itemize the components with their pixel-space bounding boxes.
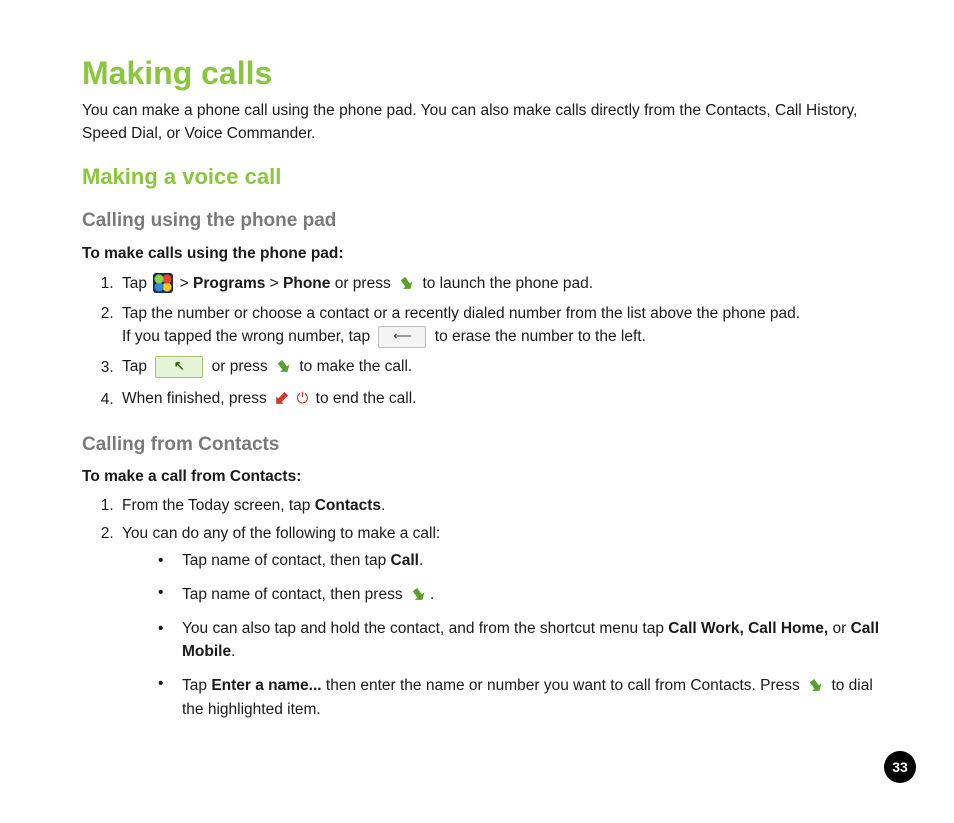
power-icon (296, 388, 308, 410)
call-work-home-label: Call Work, Call Home, (668, 620, 828, 637)
call-label: Call (391, 552, 419, 569)
step-text: to end the call. (316, 391, 417, 408)
item-text: . (419, 552, 423, 569)
section-heading: Making a voice call (82, 161, 890, 193)
step-text: to launch the phone pad. (422, 275, 593, 292)
item-text: . (430, 586, 434, 603)
list-item: Tap name of contact, then tap Call. (158, 550, 890, 572)
steps-list: From the Today screen, tap Contacts. You… (82, 495, 890, 722)
list-item: You can also tap and hold the contact, a… (158, 618, 890, 663)
windows-start-icon (153, 273, 173, 293)
step-text: Tap the number or choose a contact or a … (122, 303, 890, 325)
step-text: > (180, 275, 193, 292)
item-text: Tap (182, 677, 211, 694)
list-item: Tap Enter a name... then enter the name … (158, 673, 890, 722)
talk-key-icon (276, 353, 291, 379)
step-text: When finished, press (122, 391, 271, 408)
step-item: Tap the number or choose a contact or a … (118, 303, 890, 348)
step-text: to make the call. (299, 359, 412, 376)
call-button-icon (155, 356, 203, 378)
step-text: or press (335, 275, 395, 292)
end-key-icon (274, 385, 289, 411)
step-text: . (381, 497, 385, 514)
steps-list: Tap > Programs > Phone or press to launc… (82, 271, 890, 412)
item-text: Tap name of contact, then press (182, 586, 407, 603)
talk-key-icon (411, 581, 426, 607)
page-title: Making calls (82, 50, 890, 96)
lead-text: To make calls using the phone pad: (82, 243, 890, 265)
talk-key-icon (399, 270, 414, 296)
item-text: Tap name of contact, then tap (182, 552, 391, 569)
item-text: or (833, 620, 851, 637)
step-text: You can do any of the following to make … (122, 525, 440, 542)
step-text: From the Today screen, tap (122, 497, 315, 514)
step-text: Tap (122, 359, 151, 376)
phone-label: Phone (283, 275, 330, 292)
programs-label: Programs (193, 275, 265, 292)
talk-key-icon (808, 672, 823, 698)
step-text: or press (212, 359, 272, 376)
item-text: . (231, 643, 235, 660)
item-text: You can also tap and hold the contact, a… (182, 620, 668, 637)
step-item: You can do any of the following to make … (118, 523, 890, 722)
step-text: Tap (122, 275, 151, 292)
step-item: From the Today screen, tap Contacts. (118, 495, 890, 517)
sub-list: Tap name of contact, then tap Call. Tap … (122, 550, 890, 722)
item-text: then enter the name or number you want t… (326, 677, 804, 694)
step-item: When finished, press to end the call. (118, 386, 890, 412)
step-text: If you tapped the wrong number, tap (122, 328, 374, 345)
lead-text: To make a call from Contacts: (82, 466, 890, 488)
subsection-heading: Calling from Contacts (82, 431, 890, 459)
subsection-heading: Calling using the phone pad (82, 207, 890, 235)
step-item: Tap > Programs > Phone or press to launc… (118, 271, 890, 297)
contacts-label: Contacts (315, 497, 381, 514)
page-number-badge: 33 (884, 751, 916, 783)
step-item: Tap or press to make the call. (118, 354, 890, 380)
enter-name-label: Enter a name... (211, 677, 321, 694)
step-text: > (270, 275, 283, 292)
step-text: to erase the number to the left. (435, 328, 646, 345)
intro-text: You can make a phone call using the phon… (82, 100, 890, 145)
list-item: Tap name of contact, then press . (158, 582, 890, 608)
backspace-button-icon (378, 326, 426, 348)
